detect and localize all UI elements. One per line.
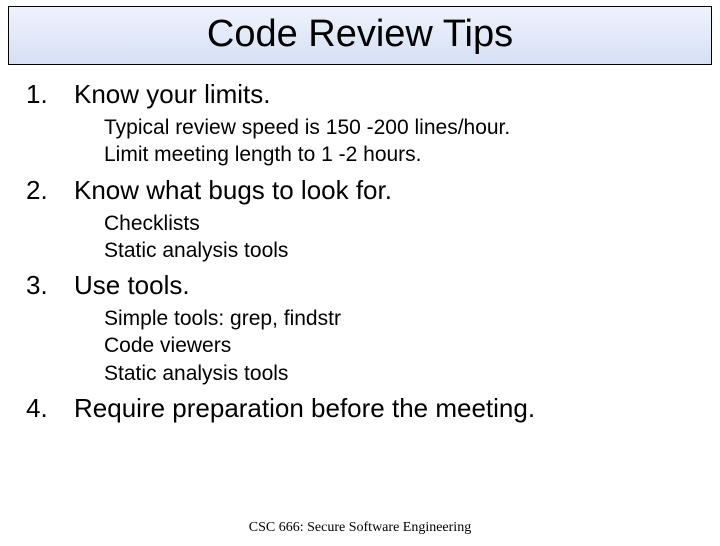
item-number: 4. [26, 393, 74, 424]
item-subline: Static analysis tools [104, 360, 700, 387]
item-number: 2. [26, 175, 74, 206]
item-subline: Typical review speed is 150 -200 lines/h… [104, 114, 700, 141]
item-subline: Code viewers [104, 332, 700, 359]
item-subline: Checklists [104, 210, 700, 237]
item-heading-row: 4. Require preparation before the meetin… [26, 393, 700, 424]
slide-content: 1. Know your limits. Typical review spee… [0, 65, 720, 424]
slide-title: Code Review Tips [9, 13, 711, 56]
item-heading: Know what bugs to look for. [74, 175, 392, 206]
item-heading-row: 3. Use tools. [26, 270, 700, 301]
item-heading-row: 2. Know what bugs to look for. [26, 175, 700, 206]
item-heading: Require preparation before the meeting. [74, 393, 535, 424]
item-subline: Simple tools: grep, findstr [104, 305, 700, 332]
item-number: 1. [26, 79, 74, 110]
slide-footer: CSC 666: Secure Software Engineering [0, 520, 720, 536]
list-item: 3. Use tools. Simple tools: grep, findst… [26, 270, 700, 387]
item-subline: Limit meeting length to 1 -2 hours. [104, 141, 700, 168]
item-subline: Static analysis tools [104, 237, 700, 264]
item-heading-row: 1. Know your limits. [26, 79, 700, 110]
item-heading: Use tools. [74, 270, 190, 301]
list-item: 4. Require preparation before the meetin… [26, 393, 700, 424]
list-item: 1. Know your limits. Typical review spee… [26, 79, 700, 169]
item-number: 3. [26, 270, 74, 301]
slide-title-box: Code Review Tips [8, 6, 712, 65]
item-heading: Know your limits. [74, 79, 271, 110]
list-item: 2. Know what bugs to look for. Checklist… [26, 175, 700, 265]
